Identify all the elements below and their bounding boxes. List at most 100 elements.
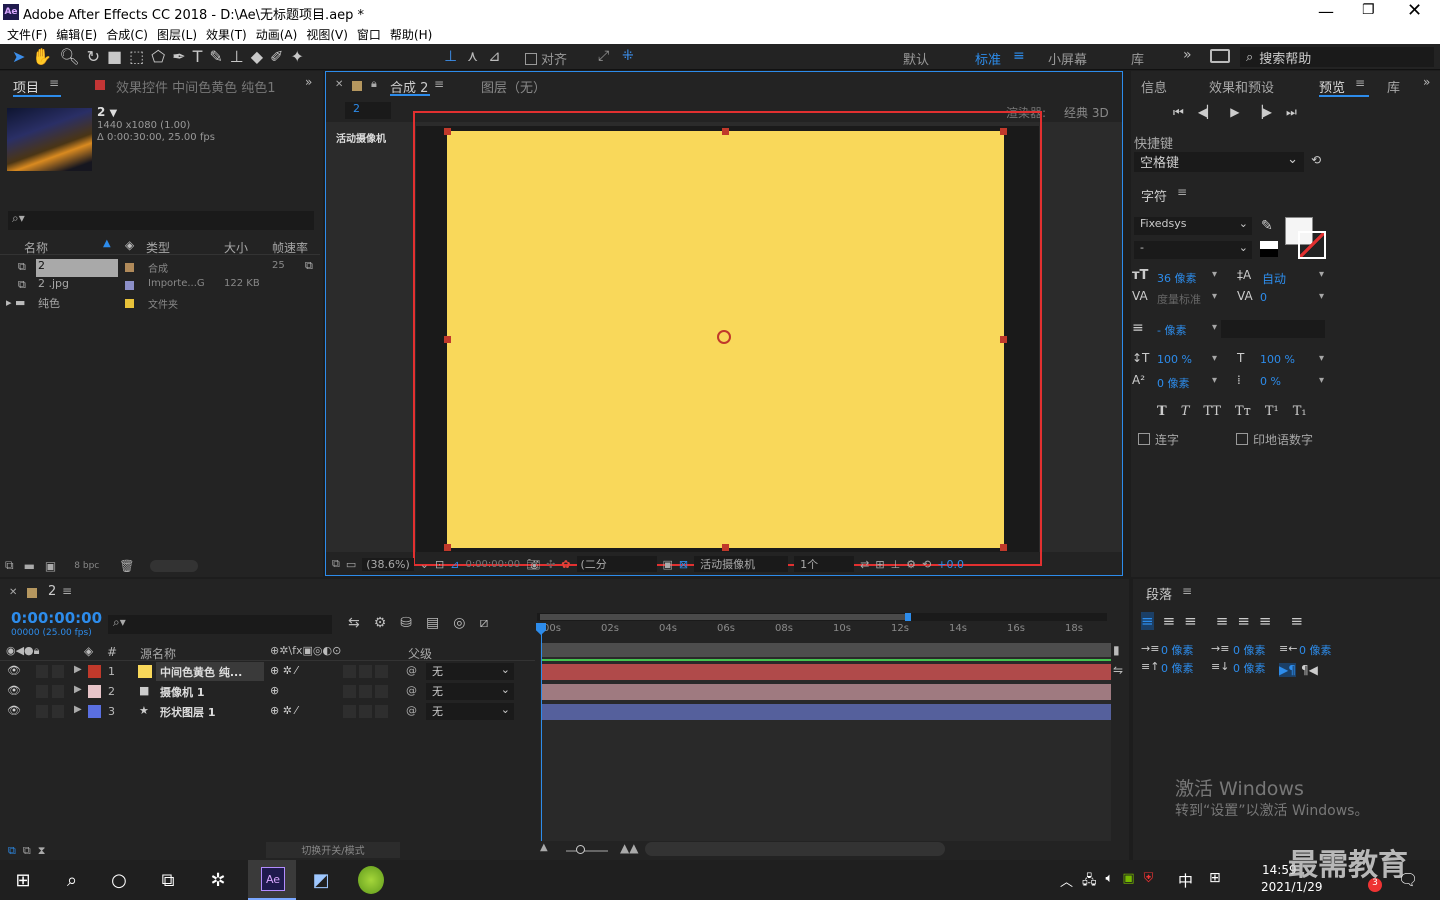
interpret-footage-icon[interactable]: ⧉ bbox=[5, 558, 14, 573]
layer-label-color[interactable] bbox=[88, 685, 101, 698]
expand-arrow-icon[interactable]: ▶ bbox=[74, 684, 82, 695]
justify-right-icon[interactable]: ≡ bbox=[1259, 612, 1272, 630]
shortcut-select[interactable]: 空格键 ⌄ bbox=[1134, 152, 1304, 172]
bpc-label[interactable]: 8 bpc bbox=[74, 561, 99, 571]
clone-tool-icon[interactable]: ⊥ bbox=[230, 47, 244, 66]
font-size-value[interactable]: 36 像素 bbox=[1157, 270, 1197, 286]
align-center-icon[interactable]: ≡ bbox=[1163, 612, 1176, 630]
solo-slot[interactable] bbox=[52, 665, 64, 678]
layer-duration-bar[interactable] bbox=[542, 704, 1111, 720]
flowchart-node-icon[interactable]: ⧉ bbox=[305, 259, 313, 273]
space-before-value[interactable]: 0 像素 bbox=[1161, 660, 1194, 676]
zoom-out-icon[interactable]: ▲ bbox=[540, 842, 548, 853]
rotate-tool-icon[interactable]: ↻ bbox=[87, 47, 100, 66]
play-icon[interactable]: ▶ bbox=[1230, 105, 1239, 120]
source-name-header[interactable]: 源名称 bbox=[140, 645, 176, 662]
transparency-grid-icon[interactable]: ⊠ bbox=[679, 558, 688, 571]
mask-visibility-icon[interactable]: ⊿ bbox=[450, 558, 459, 571]
security-icon[interactable]: ⛨ bbox=[1144, 871, 1154, 893]
layer-duration-bar[interactable] bbox=[542, 664, 1111, 680]
solo-slot[interactable] bbox=[52, 685, 64, 698]
project-item-label[interactable] bbox=[125, 299, 134, 308]
resolution-dropdown[interactable]: (二分 bbox=[576, 556, 657, 572]
fast-preview-icon[interactable]: ⚙︎ bbox=[906, 558, 916, 571]
stroke-width-value[interactable]: - 像素 bbox=[1157, 322, 1186, 338]
timeline-close-icon[interactable]: ✕ bbox=[9, 587, 17, 598]
show-snapshot-icon[interactable]: ✣ bbox=[546, 558, 555, 571]
comp-lock-icon[interactable]: 🔒︎ bbox=[371, 77, 377, 91]
subscript-icon[interactable]: T₁ bbox=[1293, 404, 1307, 419]
network-icon[interactable]: 🖧︎ bbox=[1082, 871, 1097, 893]
small-caps-icon[interactable]: Tт bbox=[1235, 404, 1251, 419]
trash-icon[interactable]: 🗑︎ bbox=[119, 559, 134, 573]
new-comp-icon[interactable]: ▣ bbox=[45, 559, 56, 573]
menu-item-6[interactable]: 视图(V) bbox=[306, 26, 348, 43]
workspace-menu-icon[interactable]: ≡ bbox=[1013, 48, 1025, 64]
pinwheel-app-icon[interactable]: ✲ bbox=[203, 866, 233, 894]
column-type[interactable]: 类型 bbox=[146, 239, 170, 256]
tracking-value[interactable]: 0 bbox=[1260, 291, 1267, 304]
column-fps[interactable]: 帧速率 bbox=[272, 239, 308, 256]
volume-icon[interactable]: 🔈︎ bbox=[1106, 871, 1114, 893]
stroke-color-swatch[interactable] bbox=[1298, 231, 1326, 259]
local-axis-icon[interactable]: ⊥ bbox=[444, 47, 457, 65]
layer-name[interactable]: 中间色黄色 纯... bbox=[156, 662, 264, 681]
motion-blur-icon[interactable]: ◎ bbox=[453, 615, 465, 631]
menu-item-3[interactable]: 图层(L) bbox=[157, 26, 197, 43]
shape-tool-icon[interactable]: ⬠ bbox=[151, 47, 165, 66]
audio-slot[interactable] bbox=[36, 685, 48, 698]
workspace-default[interactable]: 默认 bbox=[903, 49, 929, 68]
visibility-eye-icon[interactable]: 👁︎ bbox=[7, 664, 21, 677]
menu-item-7[interactable]: 窗口 bbox=[357, 26, 381, 43]
faux-bold-icon[interactable]: T bbox=[1157, 404, 1167, 419]
paragraph-menu-icon[interactable]: ≡ bbox=[1182, 584, 1192, 598]
project-tab-menu-icon[interactable]: ≡ bbox=[49, 76, 59, 90]
tab-effects-presets[interactable]: 效果和预设 bbox=[1209, 77, 1274, 96]
project-tab[interactable]: 项目 bbox=[13, 77, 39, 96]
timeline-layer-row[interactable]: 👁︎ ▶ 3 ★ 形状图层 1 ⊕ ✲ ⁄ @ 无 ⌄ bbox=[0, 702, 535, 722]
menu-item-1[interactable]: 编辑(E) bbox=[56, 26, 97, 43]
transfer-controls-icon[interactable]: ⧉ bbox=[23, 844, 31, 858]
timeline-layer-row[interactable]: 👁︎ ▶ 1 中间色黄色 纯... ⊕ ✲ ⁄ @ 无 ⌄ bbox=[0, 662, 535, 682]
draft-3d-icon[interactable]: ⚙︎ bbox=[374, 615, 387, 631]
snapshot-icon[interactable]: 📷︎ bbox=[526, 558, 540, 571]
all-caps-icon[interactable]: TT bbox=[1203, 404, 1221, 419]
parent-select[interactable]: 无 ⌄ bbox=[426, 683, 514, 700]
project-search-input[interactable]: ⌕▾ bbox=[8, 211, 314, 230]
menu-item-4[interactable]: 效果(T) bbox=[206, 26, 247, 43]
switch-slots[interactable] bbox=[343, 705, 389, 718]
layer-duration-bar[interactable] bbox=[542, 684, 1111, 700]
notification-badge[interactable]: 3 bbox=[1368, 878, 1382, 892]
pen-tool-icon[interactable]: ✒ bbox=[172, 47, 185, 66]
melon-app-icon[interactable] bbox=[358, 866, 384, 894]
ime-indicator[interactable]: 中 bbox=[1178, 870, 1193, 891]
baseline-value[interactable]: 0 像素 bbox=[1157, 375, 1190, 391]
align-right-icon[interactable]: ≡ bbox=[1184, 612, 1197, 630]
project-scrollbar[interactable] bbox=[150, 559, 199, 572]
timeline-layer-row[interactable]: 👁︎ ▶ 2 ■ 摄像机 1 ⊕ @ 无 ⌄ bbox=[0, 682, 535, 702]
flowchart-icon[interactable]: ⊞ bbox=[875, 558, 884, 571]
comp-close-icon[interactable]: ✕ bbox=[335, 79, 343, 90]
first-frame-icon[interactable]: ⏮ bbox=[1173, 105, 1184, 120]
expand-arrow-icon[interactable]: ▶ bbox=[74, 664, 82, 675]
menu-item-5[interactable]: 动画(A) bbox=[256, 26, 298, 43]
comp-tab-menu-icon[interactable]: ≡ bbox=[434, 77, 444, 91]
roto-tool-icon[interactable]: ✐ bbox=[270, 47, 283, 66]
audio-slot[interactable] bbox=[36, 665, 48, 678]
prev-frame-icon[interactable]: ◀▏ bbox=[1198, 105, 1216, 120]
layer-lock-icon[interactable]: ⇋ bbox=[1113, 663, 1123, 677]
parent-pickwhip-icon[interactable]: @ bbox=[406, 704, 417, 717]
hindi-digits-checkbox[interactable] bbox=[1236, 433, 1248, 445]
graph-editor-icon[interactable]: ⧄ bbox=[479, 615, 488, 631]
kerning-value[interactable]: 度量标准 bbox=[1157, 291, 1201, 307]
last-frame-icon[interactable]: ⏭ bbox=[1286, 105, 1297, 120]
zoom-tool-icon[interactable]: 🔍︎ bbox=[59, 47, 79, 66]
layer-tab[interactable]: 图层（无） bbox=[481, 77, 546, 96]
start-button-icon[interactable]: ⊞ bbox=[8, 866, 38, 894]
cortana-icon[interactable]: ○ bbox=[104, 866, 134, 894]
horizontal-scale-value[interactable]: 100 % bbox=[1260, 353, 1295, 366]
reset-shortcut-icon[interactable]: ⟲ bbox=[1311, 153, 1321, 167]
view-axis-icon[interactable]: ⊿ bbox=[488, 47, 501, 65]
toggle-switches-modes-button[interactable]: 切换开关/模式 bbox=[266, 842, 400, 858]
project-item-label[interactable] bbox=[125, 263, 134, 272]
